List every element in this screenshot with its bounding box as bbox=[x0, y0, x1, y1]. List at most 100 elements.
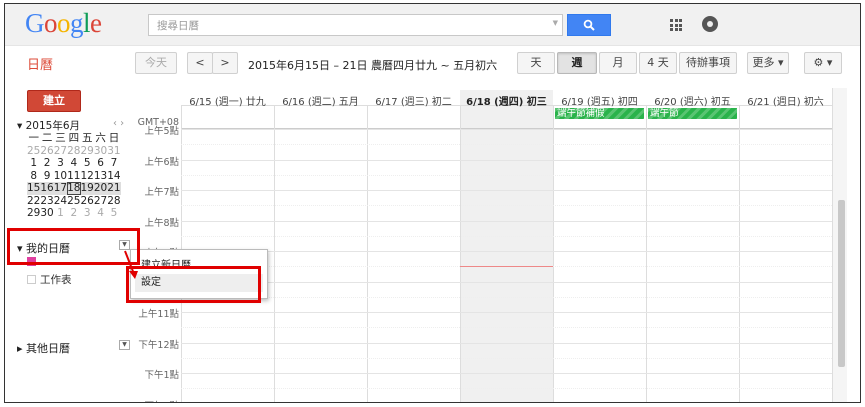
next-week-button[interactable]: > bbox=[212, 52, 238, 74]
mini-calendar-day[interactable]: 5 bbox=[81, 157, 94, 170]
mini-calendar-week[interactable]: 1234567 bbox=[27, 157, 121, 170]
mini-calendar-day[interactable]: 4 bbox=[94, 207, 107, 220]
mini-calendar-day[interactable]: 8 bbox=[27, 170, 40, 183]
half-hour-gridline bbox=[181, 144, 832, 146]
mini-calendar-day[interactable]: 22 bbox=[27, 195, 40, 208]
mini-calendar-week[interactable]: 15 16 17 18 19 20 21 bbox=[27, 182, 121, 195]
mini-calendar-day[interactable]: 5 bbox=[107, 207, 120, 220]
hour-gridline bbox=[181, 281, 832, 283]
mini-calendar-day[interactable]: 16 bbox=[40, 182, 54, 195]
apps-grid-icon[interactable] bbox=[670, 19, 682, 31]
other-calendars-label[interactable]: ▸ 其他日曆 bbox=[17, 340, 70, 356]
mini-calendar-day[interactable]: 15 bbox=[27, 182, 41, 195]
mini-calendar-week[interactable]: 8 9 10 11 12 13 14 bbox=[27, 170, 120, 183]
mini-calendar-day[interactable]: 25 bbox=[27, 145, 40, 158]
mini-calendar-day[interactable]: 28 bbox=[107, 195, 120, 208]
mini-calendar-day[interactable]: 30 bbox=[94, 145, 107, 158]
mini-calendar-title[interactable]: ▾ 2015年6月 bbox=[17, 118, 80, 133]
search-placeholder: 搜尋日曆 bbox=[157, 20, 199, 32]
mini-calendar-day[interactable]: 13 bbox=[94, 170, 107, 183]
mini-calendar-day[interactable]: 28 bbox=[67, 145, 80, 158]
mini-calendar-day[interactable]: 20 bbox=[93, 182, 108, 195]
day-header[interactable]: 6/18 (週四) 初三 bbox=[460, 93, 553, 108]
day-header[interactable]: 6/21 (週日) 初六 bbox=[739, 93, 832, 108]
mini-calendar-day[interactable]: 23 bbox=[40, 195, 53, 208]
search-button[interactable] bbox=[567, 14, 611, 36]
scrollbar-thumb[interactable] bbox=[838, 200, 845, 367]
weekday-header: 六 bbox=[95, 132, 106, 144]
calendar-color-swatch[interactable] bbox=[27, 275, 36, 284]
google-logo[interactable]: Google bbox=[25, 8, 102, 39]
all-day-row[interactable]: 端午節補假 端午節 bbox=[181, 105, 832, 129]
weekday-header: 二 bbox=[41, 132, 53, 144]
view-4day-button[interactable]: 4 天 bbox=[639, 52, 677, 74]
create-event-button[interactable]: 建立 bbox=[27, 90, 81, 112]
mini-calendar-day[interactable]: 27 bbox=[94, 195, 107, 208]
today-column-highlight bbox=[460, 90, 553, 402]
day-header[interactable]: 6/15 (週一) 廿九 bbox=[181, 93, 274, 108]
top-bar: Google 搜尋日曆 ▼ bbox=[5, 4, 860, 46]
mini-calendar-day[interactable]: 10 bbox=[54, 170, 67, 183]
mini-calendar-weekday-row: 一二三四五六日 bbox=[27, 132, 121, 145]
calendar-item-tasks[interactable]: 工作表 bbox=[27, 272, 72, 287]
day-header[interactable]: 6/20 (週六) 初五 bbox=[646, 93, 739, 108]
highlight-box-settings bbox=[126, 266, 261, 303]
weekday-header: 日 bbox=[108, 132, 120, 144]
view-agenda-button[interactable]: 待辦事項 bbox=[679, 52, 737, 74]
mini-calendar-day[interactable]: 12 bbox=[81, 170, 94, 183]
account-avatar[interactable] bbox=[702, 16, 718, 32]
highlight-box-my-calendars bbox=[7, 228, 140, 265]
mini-calendar-day[interactable]: 11 bbox=[67, 170, 80, 183]
mini-calendar-day[interactable]: 7 bbox=[107, 157, 120, 170]
mini-calendar-day[interactable]: 30 bbox=[40, 207, 53, 220]
half-hour-gridline bbox=[181, 205, 832, 207]
view-month-button[interactable]: 月 bbox=[599, 52, 637, 74]
mini-calendar-day[interactable]: 25 bbox=[67, 195, 80, 208]
search-options-icon[interactable]: ▼ bbox=[553, 19, 558, 27]
mini-calendar-day[interactable]: 3 bbox=[81, 207, 94, 220]
mini-calendar-nav[interactable]: ‹ › bbox=[113, 118, 124, 129]
mini-calendar-day[interactable]: 14 bbox=[107, 170, 120, 183]
today-button[interactable]: 今天 bbox=[135, 52, 177, 74]
other-calendars-dropdown-icon[interactable]: ▼ bbox=[119, 340, 130, 350]
mini-calendar-day[interactable]: 26 bbox=[40, 145, 53, 158]
search-icon bbox=[583, 19, 595, 31]
mini-calendar-week[interactable]: 29 30 1 2 3 4 5 bbox=[27, 207, 121, 220]
mini-calendar-day[interactable]: 1 bbox=[27, 157, 40, 170]
mini-calendar-day[interactable]: 6 bbox=[94, 157, 107, 170]
day-header[interactable]: 6/19 (週五) 初四 bbox=[553, 93, 646, 108]
weekday-header: 三 bbox=[55, 132, 66, 144]
mini-calendar-week[interactable]: 25 26 27 28 29 30 31 bbox=[27, 145, 121, 158]
mini-calendar-day[interactable]: 21 bbox=[107, 182, 121, 195]
all-day-event[interactable]: 端午節 bbox=[648, 108, 737, 119]
mini-calendar-day[interactable]: 2 bbox=[67, 207, 80, 220]
mini-calendar-day[interactable]: 24 bbox=[54, 195, 67, 208]
mini-calendar-day[interactable]: 9 bbox=[40, 170, 53, 183]
settings-gear-button[interactable]: ⚙ ▾ bbox=[804, 52, 842, 74]
mini-calendar-today[interactable]: 18 bbox=[67, 182, 81, 195]
mini-calendar-day[interactable]: 2 bbox=[40, 157, 53, 170]
view-day-button[interactable]: 天 bbox=[517, 52, 555, 74]
mini-calendar-day[interactable]: 29 bbox=[81, 145, 94, 158]
half-hour-gridline bbox=[181, 357, 832, 359]
view-week-button[interactable]: 週 bbox=[557, 52, 597, 74]
mini-calendar-day[interactable]: 17 bbox=[53, 182, 68, 195]
app-title: 日曆 bbox=[27, 58, 54, 73]
day-header[interactable]: 6/16 (週二) 五月 bbox=[274, 93, 367, 108]
search-input[interactable]: 搜尋日曆 ▼ bbox=[148, 14, 563, 36]
hour-gridline bbox=[181, 251, 832, 252]
date-range-title: 2015年6月15日 – 21日 農曆四月廿九 ~ 五月初六 bbox=[248, 59, 498, 72]
all-day-event[interactable]: 端午節補假 bbox=[555, 108, 644, 119]
mini-calendar-day[interactable]: 29 bbox=[27, 207, 40, 220]
mini-calendar-day[interactable]: 3 bbox=[54, 157, 67, 170]
more-button[interactable]: 更多 ▾ bbox=[747, 52, 789, 74]
prev-week-button[interactable]: < bbox=[187, 52, 213, 74]
mini-calendar-day[interactable]: 26 bbox=[81, 195, 94, 208]
mini-calendar-day[interactable]: 27 bbox=[54, 145, 67, 158]
day-header[interactable]: 6/17 (週三) 初二 bbox=[367, 93, 460, 108]
mini-calendar-day[interactable]: 1 bbox=[54, 207, 67, 220]
mini-calendar-day[interactable]: 31 bbox=[107, 145, 120, 158]
mini-calendar-week[interactable]: 22 23 24 25 26 27 28 bbox=[27, 195, 121, 208]
mini-calendar-day[interactable]: 4 bbox=[67, 157, 80, 170]
mini-calendar-day[interactable]: 19 bbox=[80, 182, 94, 195]
